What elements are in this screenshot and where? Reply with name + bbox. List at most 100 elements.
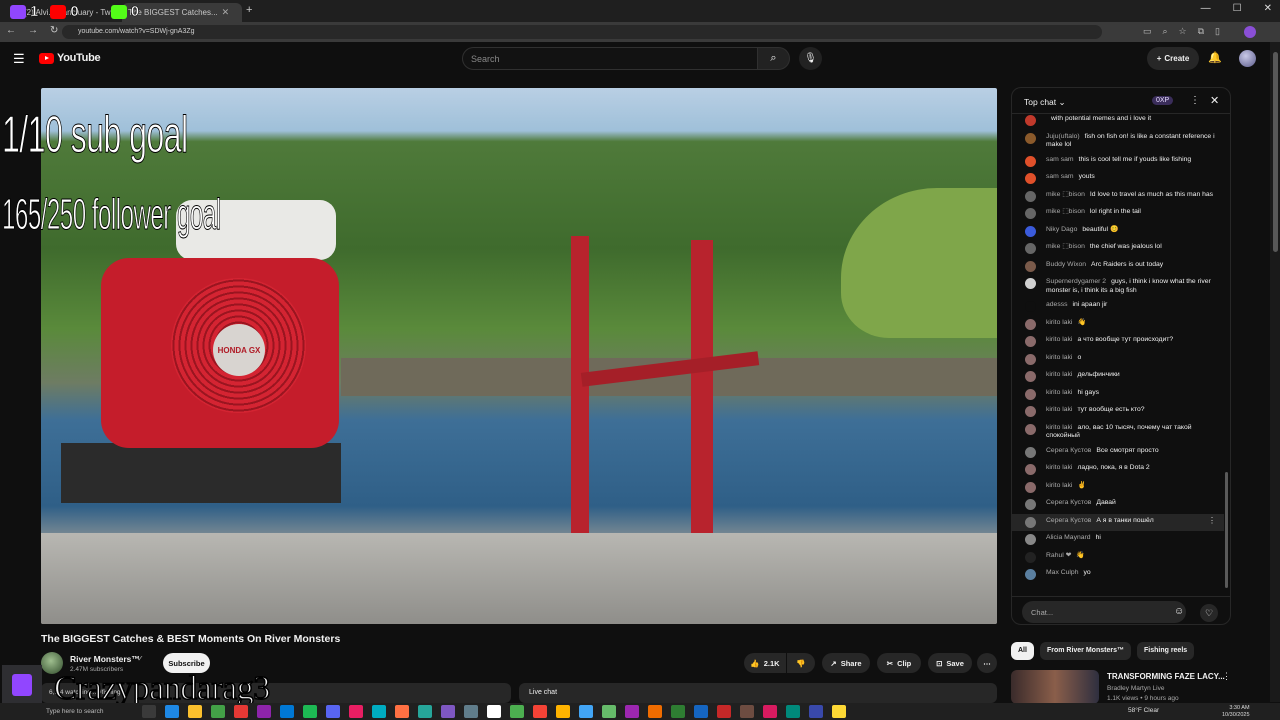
reload-icon[interactable]: ↻ xyxy=(50,25,58,36)
search-input[interactable]: Search xyxy=(462,47,758,70)
create-button[interactable]: + Create xyxy=(1147,47,1199,70)
taskbar-app-icon[interactable] xyxy=(671,705,685,718)
message-menu-icon[interactable]: ⋮ xyxy=(1208,516,1216,526)
chat-author[interactable]: mike ⬚bison xyxy=(1046,208,1085,215)
chat-author[interactable]: Max Culph xyxy=(1046,569,1079,576)
sidebar-icon[interactable]: ▯ xyxy=(1215,26,1220,37)
chat-input[interactable]: Chat... xyxy=(1022,601,1186,623)
filter-chip[interactable]: All xyxy=(1011,642,1034,660)
taskbar-app-icon[interactable] xyxy=(257,705,271,718)
clip-button[interactable]: ✂ Clip xyxy=(877,653,921,673)
taskbar-app-icon[interactable] xyxy=(648,705,662,718)
taskbar-app-icon[interactable] xyxy=(395,705,409,718)
taskbar-app-icon[interactable] xyxy=(303,705,317,718)
chat-message[interactable]: kirito laki ладно, пока, я в Dota 2 xyxy=(1012,461,1224,479)
chat-author[interactable]: kirito laki xyxy=(1046,389,1072,396)
page-scrollbar-thumb[interactable] xyxy=(1273,52,1278,252)
chat-message[interactable]: mike ⬚bison the chief was jealous lol xyxy=(1012,240,1224,258)
video-player[interactable]: HONDA GX xyxy=(41,88,997,624)
new-tab-button[interactable]: + xyxy=(246,4,252,16)
taskbar-app-icon[interactable] xyxy=(763,705,777,718)
taskbar-search[interactable]: Type here to search xyxy=(22,705,132,718)
chat-author[interactable]: Серега Кустов xyxy=(1046,499,1091,506)
maximize-icon[interactable]: ☐ xyxy=(1233,3,1242,14)
taskbar-app-icon[interactable] xyxy=(280,705,294,718)
like-button[interactable]: 👍 2.1K xyxy=(744,653,786,673)
live-chat-toggle[interactable]: Live chat xyxy=(519,683,997,703)
chat-message[interactable]: adesss ini apaan jir xyxy=(1012,298,1224,316)
chat-author[interactable]: Alicia Maynard xyxy=(1046,534,1091,541)
chat-message[interactable]: Juju(uftalo) fish on fish on! is like a c… xyxy=(1012,130,1224,153)
chat-message[interactable]: with potential memes and i love it xyxy=(1012,112,1224,130)
taskbar-app-icon[interactable] xyxy=(487,705,501,718)
forward-icon[interactable]: → xyxy=(28,25,38,36)
chat-message[interactable]: kirito laki ало, вас 10 тысяч, почему чат… xyxy=(1012,421,1224,444)
chat-message[interactable]: sam sam youts xyxy=(1012,170,1224,188)
chat-author[interactable]: mike ⬚bison xyxy=(1046,243,1085,250)
chat-message[interactable]: kirito laki hi gays xyxy=(1012,386,1224,404)
search-button[interactable]: ⌕ xyxy=(757,47,790,70)
taskbar-app-icon[interactable] xyxy=(510,705,524,718)
chat-author[interactable]: Rahul ❤ xyxy=(1046,552,1071,559)
taskbar-app-icon[interactable] xyxy=(349,705,363,718)
share-button[interactable]: ↗ Share xyxy=(822,653,870,673)
hamburger-menu-icon[interactable]: ☰ xyxy=(13,51,25,67)
filter-chip[interactable]: From River Monsters™ xyxy=(1039,642,1131,660)
taskbar-app-icon[interactable] xyxy=(234,705,248,718)
chat-message[interactable]: Rahul ❤ 👋 xyxy=(1012,549,1224,567)
zoom-icon[interactable]: ⌕ xyxy=(1162,26,1167,37)
chat-author[interactable]: kirito laki xyxy=(1046,371,1072,378)
chat-author[interactable]: kirito laki xyxy=(1046,482,1072,489)
taskbar-app-icon[interactable] xyxy=(786,705,800,718)
heart-icon[interactable]: ♡ xyxy=(1200,604,1218,622)
notifications-bell-icon[interactable]: 🔔 xyxy=(1208,51,1222,64)
taskbar-app-icon[interactable] xyxy=(556,705,570,718)
chat-message[interactable]: kirito laki ✌ xyxy=(1012,479,1224,497)
more-options-icon[interactable]: ⋮ xyxy=(1222,671,1231,682)
more-options-icon[interactable]: ⋮ xyxy=(1190,95,1200,106)
chat-message[interactable]: kirito laki о xyxy=(1012,351,1224,369)
taskbar-app-icon[interactable] xyxy=(717,705,731,718)
taskbar-app-icon[interactable] xyxy=(464,705,478,718)
cast-icon[interactable]: ▭ xyxy=(1143,26,1152,37)
chat-message[interactable]: Серега Кустов Давай xyxy=(1012,496,1224,514)
channel-name[interactable]: River Monsters™ xyxy=(70,654,140,664)
chat-author[interactable]: Supernerdygamer 2 xyxy=(1046,278,1106,285)
close-window-icon[interactable]: ✕ xyxy=(1264,3,1272,14)
chat-author[interactable]: kirito laki xyxy=(1046,424,1072,431)
chat-message[interactable]: Серега Кустов А я в танки пошёл ⋮ xyxy=(1012,513,1224,531)
chat-author[interactable]: Buddy Wixon xyxy=(1046,261,1086,268)
taskbar-app-icon[interactable] xyxy=(832,705,846,718)
chat-author[interactable]: adesss xyxy=(1046,301,1068,308)
chat-author[interactable]: Niky Dago xyxy=(1046,226,1077,233)
clock[interactable]: 3:30 AM 10/30/2025 xyxy=(1222,705,1250,719)
account-avatar[interactable] xyxy=(1239,50,1256,67)
save-button[interactable]: ⊡ Save xyxy=(928,653,972,673)
bookmark-star-icon[interactable]: ☆ xyxy=(1179,26,1187,37)
taskbar-app-icon[interactable] xyxy=(740,705,754,718)
chat-author[interactable]: mike ⬚bison xyxy=(1046,191,1085,198)
chat-author[interactable]: kirito laki xyxy=(1046,336,1072,343)
chat-message[interactable]: mike ⬚bison lol right in the tail xyxy=(1012,205,1224,223)
chat-message[interactable]: Серега Кустов Все смотрят просто xyxy=(1012,444,1224,462)
chat-message[interactable]: kirito laki 👋 xyxy=(1012,316,1224,334)
chat-author[interactable]: sam sam xyxy=(1046,173,1074,180)
recommended-title[interactable]: TRANSFORMING FAZE LACY... xyxy=(1107,672,1225,681)
taskbar-app-icon[interactable] xyxy=(326,705,340,718)
chat-message[interactable]: kirito laki дельфинчики xyxy=(1012,368,1224,386)
dislike-button[interactable]: 👎 xyxy=(787,653,815,673)
taskbar-app-icon[interactable] xyxy=(188,705,202,718)
chat-message[interactable]: kirito laki а что вообще тут происходит? xyxy=(1012,333,1224,351)
weather-widget[interactable]: 58°F Clear xyxy=(1128,707,1159,714)
taskbar-app-icon[interactable] xyxy=(418,705,432,718)
chat-message[interactable]: Niky Dago beautiful 😊 xyxy=(1012,223,1224,241)
chat-author[interactable]: Серега Кустов xyxy=(1046,447,1091,454)
filter-chip[interactable]: Fishing reels xyxy=(1136,642,1195,660)
close-icon[interactable]: ✕ xyxy=(1210,94,1219,107)
chat-message[interactable]: Buddy Wixon Arc Raiders is out today xyxy=(1012,258,1224,276)
taskbar-app-icon[interactable] xyxy=(579,705,593,718)
more-actions-button[interactable]: ⋯ xyxy=(977,653,997,673)
url-field[interactable]: youtube.com/watch?v=SDWj-gnA3Zg xyxy=(62,25,1102,39)
extensions-icon[interactable]: ⧉ xyxy=(1198,26,1204,37)
youtube-logo[interactable]: YouTube xyxy=(39,52,101,64)
